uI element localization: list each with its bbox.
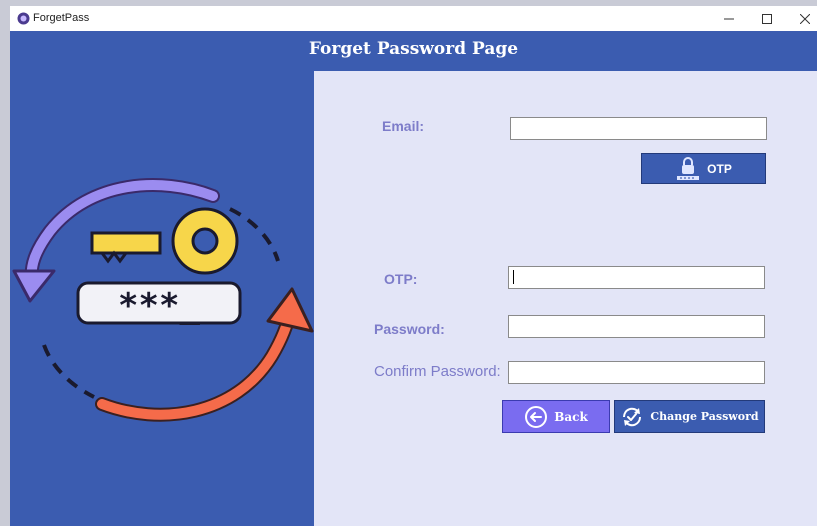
back-button[interactable]: Back bbox=[502, 400, 610, 433]
confirm-password-label: Confirm Password: bbox=[374, 363, 501, 380]
back-arrow-icon bbox=[525, 405, 548, 428]
otp-input[interactable] bbox=[508, 266, 765, 289]
refresh-check-icon bbox=[623, 407, 642, 426]
change-password-button[interactable]: Change Password bbox=[614, 400, 765, 433]
maximize-icon bbox=[762, 13, 772, 24]
email-label: Email: bbox=[382, 118, 425, 134]
close-button[interactable] bbox=[786, 6, 817, 31]
app-logo-icon bbox=[17, 12, 30, 25]
email-input[interactable] bbox=[510, 117, 767, 140]
change-password-label: Change Password bbox=[650, 410, 759, 423]
close-icon bbox=[800, 13, 810, 24]
title-bar: ForgetPass bbox=[10, 6, 817, 31]
password-input[interactable] bbox=[508, 315, 765, 338]
maximize-button[interactable] bbox=[748, 6, 786, 31]
app-window: ForgetPass Forget Password Page ***_ Ema… bbox=[10, 6, 817, 526]
lock-otp-icon bbox=[677, 156, 700, 180]
illustration-panel: ***_ bbox=[10, 71, 314, 526]
page-title: Forget Password Page bbox=[308, 39, 519, 59]
page-header: Forget Password Page bbox=[10, 31, 817, 71]
minimize-button[interactable] bbox=[710, 6, 748, 31]
otp-label: OTP: bbox=[384, 271, 418, 287]
back-button-label: Back bbox=[554, 409, 588, 424]
password-reset-illustration: ***_ bbox=[12, 178, 314, 422]
text-caret bbox=[513, 270, 514, 284]
window-title: ForgetPass bbox=[33, 12, 90, 24]
otp-button-label: OTP bbox=[707, 161, 732, 176]
minimize-icon bbox=[724, 18, 734, 19]
confirm-password-input[interactable] bbox=[508, 361, 765, 384]
password-mask-text: ***_ bbox=[118, 286, 200, 326]
form-panel: Email: OTP OTP: Password: Confirm Passwo… bbox=[314, 71, 817, 526]
otp-button[interactable]: OTP bbox=[641, 153, 766, 184]
password-label: Password: bbox=[374, 321, 445, 337]
